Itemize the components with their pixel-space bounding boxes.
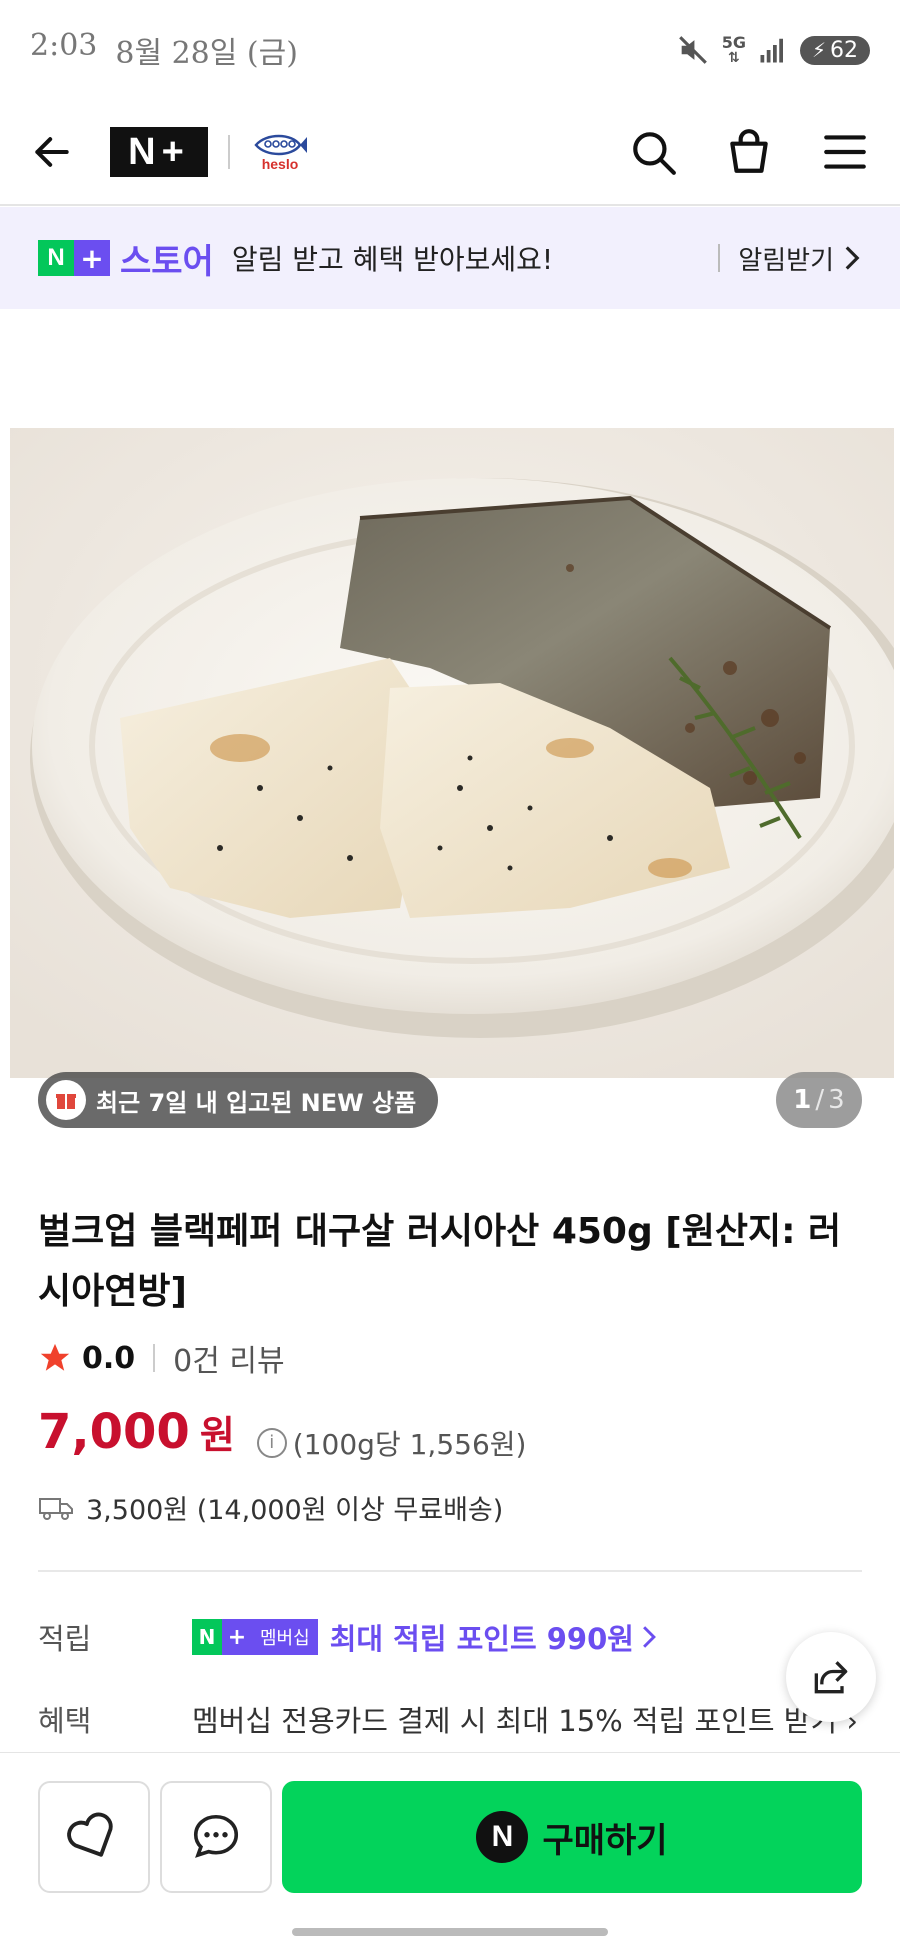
- status-icons: 5G ⇅ ⚡ 62: [676, 33, 870, 67]
- top-nav: N+ heslo: [0, 100, 900, 206]
- price-row: 7,000 원 i (100g당 1,556원): [38, 1404, 526, 1463]
- buy-button-label: 구매하기: [542, 1820, 668, 1861]
- subscribe-label: 알림받기: [738, 245, 834, 276]
- image-pager: 1 / 3: [776, 1072, 862, 1128]
- new-arrival-badge: 최근 7일 내 입고된 NEW 상품: [38, 1072, 439, 1128]
- chat-bubble-icon: [193, 1814, 239, 1858]
- membership-badge: N + 멤버십: [192, 1619, 318, 1655]
- rating-score: 0.0: [82, 1340, 136, 1376]
- network-label: 5G: [721, 33, 746, 52]
- unit-price: i (100g당 1,556원): [256, 1423, 527, 1463]
- shipping-row: 3,500원 (14,000원 이상 무료배송): [38, 1488, 503, 1527]
- search-icon[interactable]: [628, 127, 678, 177]
- banner-message: 알림 받고 혜택 받아보세요!: [231, 243, 554, 276]
- pager-separator: /: [815, 1085, 825, 1115]
- heslo-wordmark: heslo: [261, 156, 299, 172]
- status-date: 8월 28일 (금): [115, 36, 298, 71]
- reward-points-link[interactable]: N + 멤버십 최대 적립 포인트 990원: [192, 1616, 658, 1658]
- benefit-card-link[interactable]: 멤버십 전용카드 결제 시 최대 15% 적립 포인트 받기 ›: [192, 1698, 882, 1740]
- share-icon: [814, 1661, 848, 1694]
- battery-icon: ⚡ 62: [799, 35, 870, 65]
- network-icon: 5G ⇅: [721, 33, 746, 66]
- review-count-link[interactable]: 0건 리뷰: [173, 1336, 284, 1380]
- bottom-action-bar: N 구매하기: [0, 1752, 900, 1950]
- sale-price: 7,000: [38, 1404, 190, 1460]
- reward-points-value: 최대 적립 포인트 990원: [329, 1622, 634, 1656]
- home-indicator[interactable]: [292, 1928, 608, 1936]
- naver-plus-badge: N +: [38, 240, 110, 276]
- status-time: 2:03: [30, 28, 98, 63]
- new-arrival-label: 최근 7일 내 입고된 NEW 상품: [96, 1088, 417, 1117]
- status-left: 2:03 8월 28일 (금): [30, 28, 298, 72]
- chevron-right-icon: [845, 246, 860, 270]
- battery-level: 62: [830, 37, 858, 63]
- benefit-text: 멤버십 전용카드 결제 시 최대 15% 적립 포인트 받기: [192, 1704, 838, 1738]
- price-currency: 원: [199, 1413, 235, 1457]
- back-arrow-icon[interactable]: [30, 130, 74, 174]
- delivery-truck-icon: [39, 1497, 73, 1520]
- rating-row: 0.0 0건 리뷰: [38, 1336, 285, 1380]
- naver-pay-icon: N: [476, 1811, 529, 1863]
- heslo-brand-logo[interactable]: heslo: [250, 132, 310, 172]
- banner-divider: [718, 244, 721, 272]
- shipping-text: 3,500원 (14,000원 이상 무료배송): [86, 1495, 504, 1526]
- notification-banner: N + 스토어 알림 받고 혜택 받아보세요! 알림받기: [0, 207, 900, 309]
- benefit-label: 혜택: [38, 1704, 92, 1738]
- pager-total: 3: [828, 1085, 845, 1115]
- chevron-right-icon: [643, 1626, 656, 1648]
- section-divider: [38, 1570, 862, 1572]
- notification-subscribe-button[interactable]: 알림받기: [738, 240, 862, 277]
- chat-inquiry-button[interactable]: [160, 1781, 272, 1893]
- reward-label: 적립: [38, 1622, 92, 1656]
- store-label: 스토어: [120, 241, 214, 282]
- header-actions: [628, 127, 870, 177]
- membership-badge-label: 멤버십: [252, 1619, 318, 1655]
- menu-icon[interactable]: [820, 127, 870, 177]
- fish-logo-icon: [254, 134, 307, 156]
- pager-current: 1: [793, 1085, 812, 1115]
- shopping-bag-icon[interactable]: [724, 127, 774, 177]
- logo-divider: [228, 135, 230, 169]
- grilled-cod-photo: [10, 428, 894, 1078]
- share-button[interactable]: [786, 1632, 876, 1722]
- product-title: 벌크업 블랙페퍼 대구살 러시아산 450g [원산지: 러시아연방]: [38, 1211, 842, 1312]
- status-bar: 2:03 8월 28일 (금) 5G ⇅ ⚡ 62: [0, 0, 900, 100]
- gift-icon: [46, 1080, 86, 1120]
- unit-price-text: (100g당 1,556원): [292, 1427, 527, 1461]
- buy-button[interactable]: N 구매하기: [282, 1781, 862, 1893]
- naver-plus-logo[interactable]: N+: [110, 127, 208, 177]
- mute-icon: [678, 36, 707, 64]
- info-icon[interactable]: i: [256, 1427, 287, 1458]
- signal-icon: [760, 38, 783, 63]
- star-icon: [40, 1343, 70, 1371]
- heart-icon: [67, 1812, 113, 1857]
- product-image[interactable]: [10, 428, 894, 1078]
- rating-divider: [153, 1344, 156, 1372]
- reward-points-text: 최대 적립 포인트 990원: [330, 1616, 658, 1658]
- wishlist-button[interactable]: [38, 1781, 150, 1893]
